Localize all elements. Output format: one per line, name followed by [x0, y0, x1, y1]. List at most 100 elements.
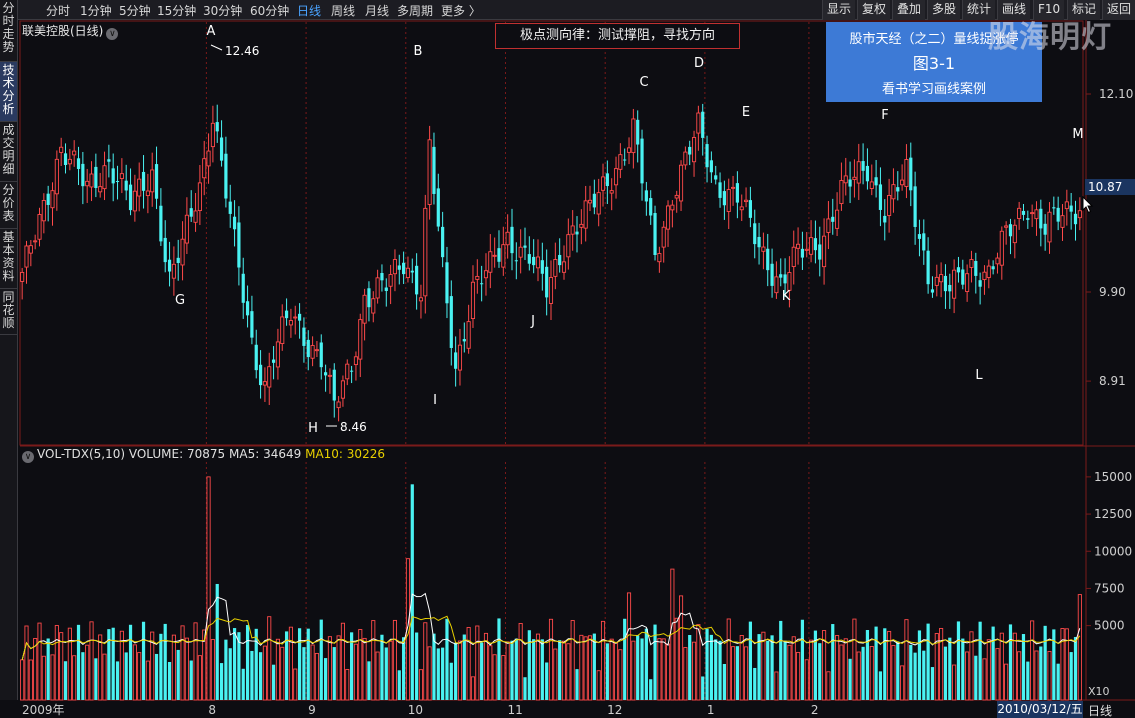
- point-label-l: L: [975, 368, 983, 383]
- candle-body: [774, 276, 779, 294]
- chevron-down-icon[interactable]: ∨: [22, 451, 34, 463]
- volume-bar: [323, 658, 328, 700]
- candle-body: [215, 122, 219, 132]
- candle-body: [302, 327, 306, 346]
- tab-60min[interactable]: 60分钟: [250, 2, 289, 19]
- candle-body: [636, 119, 640, 145]
- display-button[interactable]: 显示: [822, 0, 856, 20]
- tab-5min[interactable]: 5分钟: [119, 2, 151, 19]
- tab-multi-period[interactable]: 多周期: [397, 2, 433, 19]
- tab-monthly[interactable]: 月线: [365, 2, 389, 19]
- overlay-button[interactable]: 叠加: [892, 0, 926, 20]
- volume-bar: [275, 638, 280, 701]
- candle-body: [159, 205, 163, 242]
- candle-body: [410, 270, 414, 273]
- candle-body: [250, 311, 254, 338]
- sidebar-item-intraday[interactable]: 分时走势: [0, 0, 17, 62]
- volume-bars: [20, 476, 1082, 701]
- candle-body: [813, 238, 818, 251]
- candle-body: [353, 356, 358, 366]
- volume-bar: [770, 635, 774, 700]
- volume-bar: [241, 668, 245, 700]
- volume-bar: [1004, 663, 1009, 701]
- volume-bar: [548, 618, 554, 701]
- candle-body: [917, 234, 922, 239]
- candle-body: [683, 151, 688, 166]
- volume-bar: [570, 620, 575, 701]
- volume-bar: [111, 627, 115, 700]
- candle-body: [926, 250, 930, 285]
- volume-bar: [163, 623, 167, 700]
- chart-svg[interactable]: ABCDEFGHIJKLM12.468.46 12.1011.039.908.9…: [0, 0, 1135, 718]
- stock-title[interactable]: 联美控股(日线) ∨: [22, 22, 119, 40]
- volume-bar: [1064, 628, 1069, 701]
- volume-bar: [293, 668, 298, 701]
- tab-daily[interactable]: 日线: [297, 2, 321, 19]
- volume-bar: [535, 633, 541, 701]
- candle-body: [796, 243, 801, 249]
- volume-bar: [596, 670, 601, 701]
- candle-body: [800, 248, 805, 258]
- candle-body: [510, 226, 514, 254]
- tab-fenshi[interactable]: 分时: [46, 2, 70, 19]
- volume-bar: [753, 667, 757, 700]
- candle-body: [275, 341, 280, 368]
- adjust-button[interactable]: 复权: [857, 0, 891, 20]
- volume-bar: [948, 637, 952, 700]
- volume-bar: [831, 624, 835, 700]
- volume-bar: [600, 620, 606, 701]
- volume-bar: [1047, 650, 1052, 701]
- candle-body: [909, 157, 913, 191]
- candle-body: [1073, 213, 1078, 225]
- volume-bar: [37, 622, 42, 701]
- candle-body: [102, 165, 107, 190]
- volume-bar: [961, 638, 965, 700]
- candle-body: [441, 226, 445, 258]
- point-label-h: H: [308, 421, 318, 436]
- candle-body: [1060, 215, 1065, 228]
- volume-bar: [24, 625, 29, 701]
- tab-weekly[interactable]: 周线: [331, 2, 355, 19]
- volume-tick-label: 7500: [1094, 581, 1125, 595]
- volume-bar: [262, 645, 267, 701]
- volume-bar: [219, 663, 224, 700]
- candle-body: [583, 200, 588, 229]
- tab-30min[interactable]: 30分钟: [203, 2, 242, 19]
- candle-body: [415, 265, 419, 295]
- candle-body: [1012, 224, 1017, 244]
- tab-more[interactable]: 更多 〉: [441, 2, 481, 19]
- sidebar-item-fundamentals[interactable]: 基本资料: [0, 229, 17, 289]
- volume-bar: [891, 644, 896, 701]
- candle-body: [505, 231, 510, 246]
- candle-body: [930, 289, 935, 293]
- candle-body: [254, 344, 258, 371]
- candle-body: [575, 231, 579, 235]
- tab-15min[interactable]: 15分钟: [157, 2, 196, 19]
- volume-bar: [561, 640, 567, 701]
- volume-bar: [510, 640, 514, 700]
- sidebar-item-price-table[interactable]: 分价表: [0, 182, 17, 229]
- volume-bar: [302, 647, 306, 700]
- volume-bar: [436, 648, 440, 700]
- candle-body: [388, 274, 393, 287]
- candle-body: [623, 159, 627, 161]
- volume-bar: [46, 638, 50, 700]
- volume-bar: [896, 641, 900, 700]
- candle-body: [454, 352, 458, 369]
- multi-stock-button[interactable]: 多股: [927, 0, 961, 20]
- volume-unit-label: X10: [1088, 685, 1110, 698]
- chevron-down-icon[interactable]: ∨: [106, 28, 119, 40]
- sidebar-item-trades[interactable]: 成交明细: [0, 122, 17, 182]
- volume-bar: [115, 661, 120, 700]
- tab-1min[interactable]: 1分钟: [80, 2, 112, 19]
- volume-bar: [271, 664, 276, 700]
- volume-bar: [1034, 650, 1039, 701]
- candle-body: [791, 246, 796, 267]
- period-tab[interactable]: 日线: [1088, 702, 1112, 718]
- candle-body: [649, 198, 653, 216]
- sidebar-item-technical[interactable]: 技术分析: [0, 62, 17, 122]
- volume-bar: [626, 592, 632, 701]
- candle-body: [856, 161, 861, 184]
- sidebar-item-tonghuashun[interactable]: 同花顺: [0, 289, 17, 335]
- volume-bar: [1043, 625, 1047, 700]
